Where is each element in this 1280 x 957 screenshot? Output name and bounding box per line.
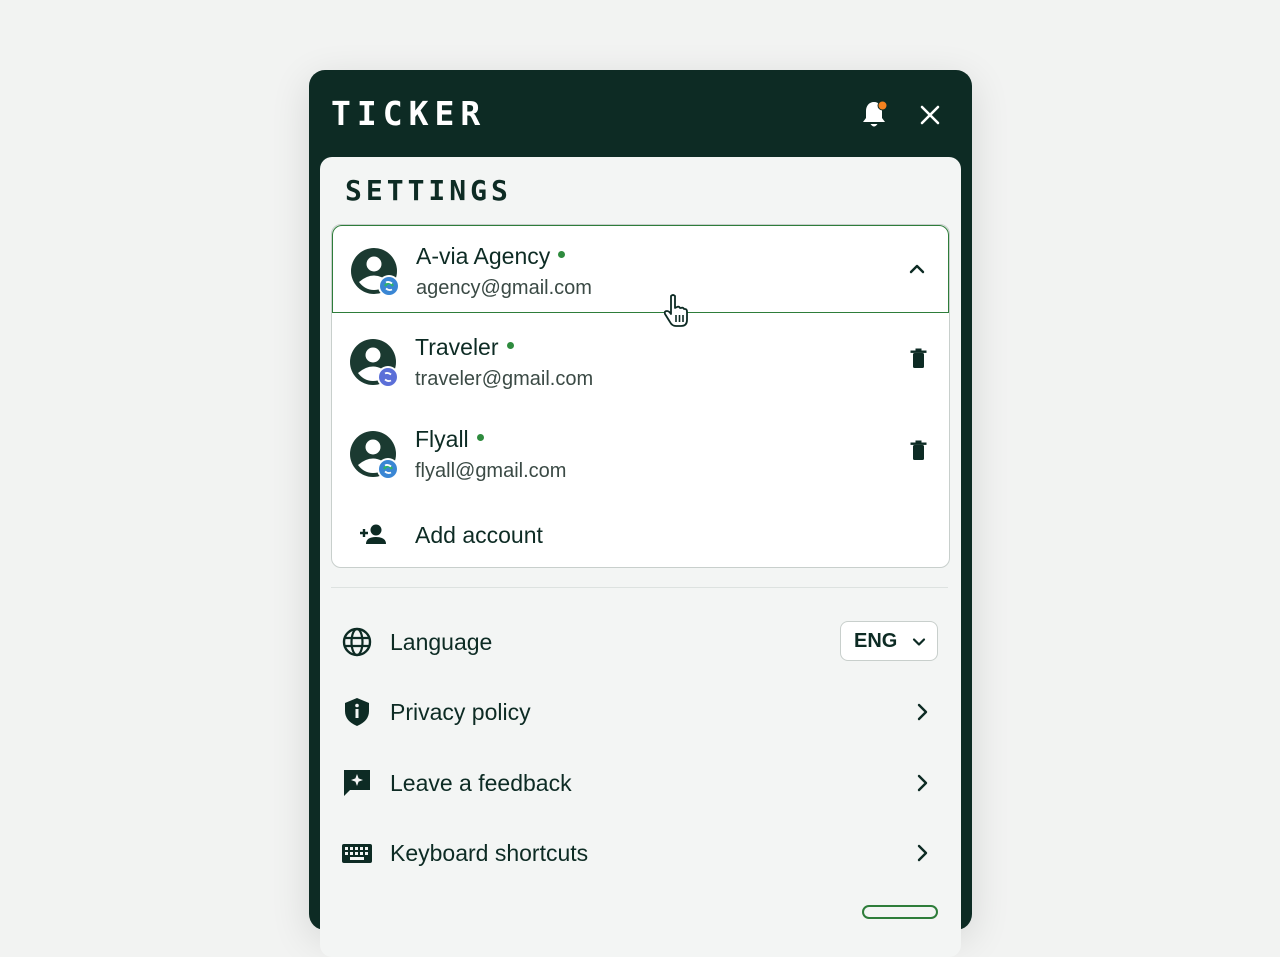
account-name: A-via Agency (416, 241, 566, 271)
feedback-icon (344, 770, 370, 796)
account-name: Traveler (415, 332, 514, 362)
settings-sheet: SETTINGS A-via Agency agency@gmail.com T… (320, 157, 961, 957)
bell-icon (863, 100, 888, 127)
account-email: agency@gmail.com (416, 277, 592, 299)
language-select[interactable]: ENG (840, 621, 938, 661)
keyboard-shortcuts-label: Keyboard shortcuts (390, 840, 589, 866)
language-label: Language (390, 629, 493, 655)
account-email: traveler@gmail.com (415, 368, 594, 390)
language-row: Language ENG (331, 612, 948, 672)
privacy-policy-row[interactable]: Privacy policy (331, 682, 948, 742)
online-status-dot (476, 434, 484, 442)
account-row-a-via-agency[interactable]: A-via Agency agency@gmail.com (332, 225, 949, 313)
avatar-icon (350, 339, 399, 388)
trash-icon[interactable] (905, 437, 931, 467)
chevron-right-icon (917, 703, 928, 721)
account-row-traveler[interactable]: Traveler traveler@gmail.com (332, 317, 949, 407)
close-button[interactable] (913, 98, 947, 132)
shield-info-icon (345, 698, 369, 726)
account-switcher: A-via Agency agency@gmail.com Traveler t… (331, 224, 950, 568)
avatar-icon (351, 248, 400, 297)
chevron-right-icon (917, 774, 928, 792)
ticker-panel: TICKER SETTINGS A-via Agency agency@gmai… (309, 70, 972, 957)
toggle-switch[interactable] (862, 905, 938, 919)
chevron-up-icon[interactable] (904, 254, 930, 284)
keyboard-icon (342, 844, 372, 863)
account-name: Flyall (415, 424, 484, 454)
language-value: ENG (854, 630, 898, 652)
account-row-flyall[interactable]: Flyall flyall@gmail.com (332, 409, 949, 499)
chevron-down-icon (912, 638, 926, 646)
feedback-row[interactable]: Leave a feedback (331, 753, 948, 813)
notifications-button[interactable] (857, 98, 891, 132)
feedback-label: Leave a feedback (390, 770, 572, 796)
keyboard-shortcuts-row[interactable]: Keyboard shortcuts (331, 823, 948, 883)
add-user-icon (360, 524, 386, 544)
section-divider (331, 587, 948, 588)
add-account-button[interactable]: Add account (332, 505, 949, 565)
online-status-dot (558, 251, 566, 259)
globe-icon (342, 627, 372, 657)
account-email: flyall@gmail.com (415, 460, 567, 482)
chevron-right-icon (917, 844, 928, 862)
avatar-icon (350, 431, 399, 480)
online-status-dot (506, 342, 514, 350)
close-icon (920, 105, 940, 125)
settings-title: SETTINGS (345, 174, 512, 207)
privacy-policy-label: Privacy policy (390, 699, 531, 725)
add-account-label: Add account (415, 522, 543, 548)
trash-icon[interactable] (905, 345, 931, 375)
app-logo: TICKER (331, 94, 487, 133)
